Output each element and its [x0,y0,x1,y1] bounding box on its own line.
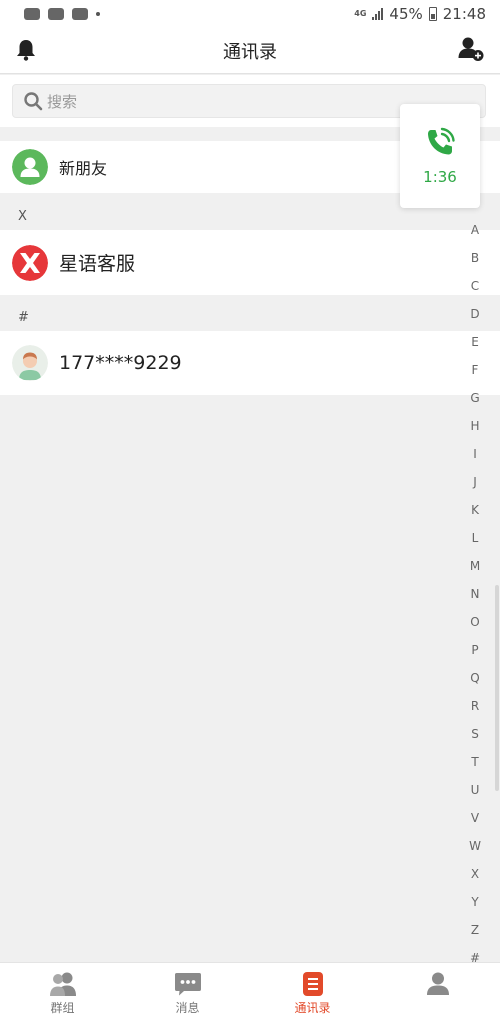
notification-icons [24,8,100,20]
page-title: 通讯录 [223,42,277,63]
index-letter[interactable]: S [471,724,479,752]
index-letter[interactable]: K [471,500,479,528]
tab-groups[interactable]: 群组 [0,963,125,1026]
bottom-tab-bar: 群组 消息 通讯录 [0,962,500,1026]
tab-messages[interactable]: 消息 [125,963,250,1026]
index-letter[interactable]: P [471,640,478,668]
contact-row-phone[interactable]: 177****9229 [0,331,500,395]
tab-label: 群组 [50,1001,75,1015]
index-letter[interactable]: A [471,220,479,248]
index-letter[interactable]: V [471,808,479,836]
index-letter[interactable]: D [470,304,479,332]
alphabet-index[interactable]: A B C D E F G H I J K L M N O P Q R S T U V W X Y Z # [465,220,485,976]
index-letter[interactable]: I [473,444,477,472]
tab-contacts[interactable]: 通讯录 [250,963,375,1026]
add-contact-icon[interactable] [458,36,484,62]
x-logo-icon [12,244,48,281]
gallery-notification-icon [48,8,64,20]
contact-row-xingyu[interactable]: 星语客服 [0,230,500,295]
profile-icon [426,972,449,995]
index-letter[interactable]: W [469,836,481,864]
network-type: 4G [354,9,367,18]
index-letter[interactable]: M [470,556,480,584]
ongoing-call-widget[interactable]: 1:36 [400,104,480,208]
index-letter[interactable]: F [472,360,479,388]
wechat-notification-icon [24,8,40,20]
phone-call-icon [428,127,455,155]
index-letter[interactable]: B [471,248,479,276]
signal-icon [372,8,384,20]
index-letter[interactable]: Q [470,668,479,696]
contacts-icon [302,972,323,996]
section-header-hash: # [18,310,29,325]
more-notifications-dot [96,12,100,16]
app-header: 通讯录 [0,28,500,74]
index-letter[interactable]: G [470,388,479,416]
contact-name: 星语客服 [59,253,136,275]
index-letter[interactable]: J [473,472,477,500]
search-icon [24,92,43,111]
battery-icon [428,7,437,21]
group-icon [49,972,76,996]
index-letter[interactable]: T [471,752,478,780]
tab-label: 消息 [175,1001,200,1015]
tab-profile[interactable] [375,963,500,1026]
call-duration: 1:36 [423,168,457,186]
status-bar: 4G 45% 21:48 [0,0,500,28]
scrollbar[interactable] [495,585,499,791]
battery-percent: 45% [389,5,423,23]
index-letter[interactable]: O [470,612,479,640]
person-avatar [12,345,48,381]
section-header-x: X [18,209,27,224]
index-letter[interactable]: Y [471,892,478,920]
index-letter[interactable]: U [471,780,480,808]
wechat-notification-icon-2 [72,8,88,20]
new-friends-label: 新朋友 [59,159,108,178]
index-letter[interactable]: L [472,528,479,556]
index-letter[interactable]: Z [471,920,479,948]
index-letter[interactable]: H [470,416,479,444]
contact-name: 177****9229 [59,352,182,374]
index-letter[interactable]: C [471,276,479,304]
index-letter[interactable]: E [471,332,479,360]
tab-label: 通讯录 [294,1001,331,1015]
index-letter[interactable]: N [471,584,480,612]
search-placeholder: 搜索 [47,92,78,111]
new-friends-avatar-icon [12,149,48,185]
message-icon [174,973,201,996]
clock: 21:48 [442,5,486,23]
index-letter[interactable]: R [471,696,479,724]
index-letter[interactable]: X [471,864,479,892]
